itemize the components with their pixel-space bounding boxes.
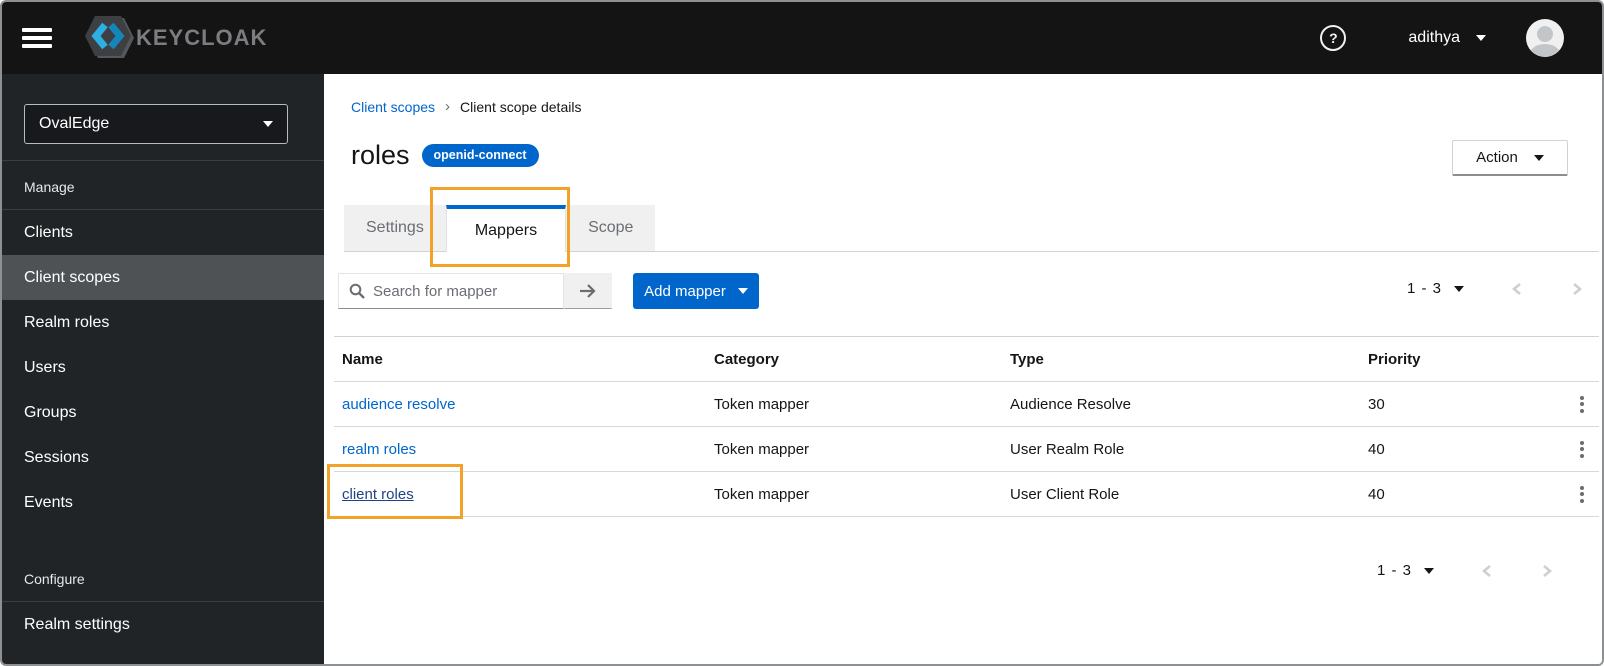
chevron-down-icon — [1533, 154, 1544, 161]
title-row: roles openid-connect — [351, 140, 539, 171]
search-submit-button[interactable] — [564, 273, 612, 309]
cell-type: Audience Resolve — [1010, 395, 1131, 413]
add-mapper-label: Add mapper — [644, 282, 726, 300]
chevron-left-icon — [1511, 282, 1521, 295]
realm-select[interactable]: OvalEdge — [24, 104, 288, 144]
masthead-right: ? adithya — [1320, 19, 1602, 57]
mapper-link-realm-roles[interactable]: realm roles — [342, 441, 416, 458]
search-box — [338, 273, 564, 309]
cell-type: User Client Role — [1010, 485, 1120, 503]
breadcrumb: Client scopes › Client scope details — [351, 98, 581, 115]
kebab-menu-icon[interactable] — [1576, 392, 1588, 417]
action-button[interactable]: Action — [1452, 140, 1568, 176]
arrow-right-icon — [580, 284, 596, 298]
kebab-menu-icon[interactable] — [1576, 482, 1588, 507]
search-icon — [349, 283, 365, 299]
add-mapper-button[interactable]: Add mapper — [633, 273, 759, 309]
sidebar-item-groups[interactable]: Groups — [2, 390, 324, 435]
chevron-right-icon — [1573, 282, 1583, 295]
chevron-down-icon — [737, 288, 748, 294]
cell-priority: 30 — [1368, 395, 1385, 413]
search-input[interactable] — [373, 282, 553, 300]
mappers-table: Name Category Type Priority audience res… — [334, 336, 1599, 517]
kebab-menu-icon[interactable] — [1576, 437, 1588, 462]
sidebar-group-configure: Configure — [24, 571, 85, 587]
per-page-menu-button[interactable] — [1424, 567, 1434, 574]
sidebar-item-clients[interactable]: Clients — [2, 210, 324, 255]
brand-text: KEYCLOAK — [136, 25, 268, 50]
cell-type: User Realm Role — [1010, 440, 1125, 458]
cell-priority: 40 — [1368, 485, 1385, 503]
table-header-row: Name Category Type Priority — [334, 336, 1599, 382]
sidebar-item-users[interactable]: Users — [2, 345, 324, 390]
avatar[interactable] — [1526, 19, 1564, 57]
sidebar-item-sessions[interactable]: Sessions — [2, 435, 324, 480]
user-menu-button[interactable]: adithya — [1408, 29, 1486, 47]
tabs: Settings Mappers Scope — [344, 205, 656, 252]
toolbar: Add mapper — [338, 273, 759, 309]
mapper-link-client-roles[interactable]: client roles — [342, 486, 414, 503]
pagination-range: 1 - 3 — [1406, 280, 1442, 297]
keycloak-hexagon-icon — [85, 16, 134, 58]
help-icon[interactable]: ? — [1320, 25, 1347, 51]
sidebar-group-manage: Manage — [24, 179, 75, 195]
main-content: Client scopes › Client scope details rol… — [324, 74, 1602, 664]
table-row: realm roles Token mapper User Realm Role… — [334, 427, 1599, 472]
pagination-top: 1 - 3 — [1407, 280, 1584, 297]
chevron-down-icon — [1424, 567, 1434, 574]
chevron-down-icon — [1476, 35, 1486, 41]
chevron-right-icon — [1543, 564, 1553, 577]
protocol-badge: openid-connect — [421, 144, 539, 167]
sidebar: OvalEdge Manage Clients Client scopes Re… — [2, 74, 324, 664]
cell-category: Token mapper — [714, 395, 810, 413]
sidebar-item-realm-roles[interactable]: Realm roles — [2, 300, 324, 345]
per-page-menu-button[interactable] — [1454, 285, 1464, 292]
table-row: client roles Token mapper User Client Ro… — [334, 472, 1599, 517]
app-window: KEYCLOAK ? adithya OvalEdge Manage Clien… — [0, 0, 1604, 666]
tab-settings[interactable]: Settings — [344, 205, 446, 251]
masthead: KEYCLOAK ? adithya — [2, 2, 1602, 74]
search-group — [338, 273, 612, 309]
column-header-name: Name — [342, 350, 383, 368]
sidebar-item-events[interactable]: Events — [2, 480, 324, 525]
action-button-label: Action — [1476, 149, 1518, 166]
column-header-category: Category — [714, 350, 780, 368]
chevron-left-icon — [1481, 564, 1491, 577]
cell-priority: 40 — [1368, 440, 1385, 458]
prev-page-button[interactable] — [1510, 281, 1524, 297]
username: adithya — [1408, 29, 1460, 46]
tab-scope[interactable]: Scope — [566, 205, 656, 251]
breadcrumb-separator: › — [445, 98, 451, 115]
realm-select-value: OvalEdge — [39, 115, 110, 132]
chevron-down-icon — [263, 121, 273, 127]
table-row: audience resolve Token mapper Audience R… — [334, 382, 1599, 427]
chevron-down-icon — [1454, 285, 1464, 292]
tab-mappers[interactable]: Mappers — [445, 205, 567, 252]
avatar-head-shape — [1537, 26, 1553, 42]
nav-toggle-icon[interactable] — [22, 26, 56, 50]
column-header-type: Type — [1010, 350, 1044, 368]
pagination-range: 1 - 3 — [1376, 562, 1412, 579]
cell-category: Token mapper — [714, 485, 810, 503]
breadcrumb-client-scopes-link[interactable]: Client scopes — [351, 99, 435, 115]
sidebar-item-realm-settings[interactable]: Realm settings — [2, 602, 324, 647]
next-page-button[interactable] — [1540, 563, 1554, 579]
next-page-button[interactable] — [1570, 281, 1584, 297]
avatar-torso-shape — [1530, 44, 1560, 57]
page-title: roles — [351, 140, 410, 170]
sidebar-item-client-scopes[interactable]: Client scopes — [2, 255, 324, 300]
column-header-priority: Priority — [1368, 350, 1421, 368]
keycloak-logo: KEYCLOAK — [82, 13, 267, 63]
pagination-bottom: 1 - 3 — [1377, 562, 1554, 579]
mapper-link-audience-resolve[interactable]: audience resolve — [342, 396, 455, 413]
prev-page-button[interactable] — [1480, 563, 1494, 579]
breadcrumb-current: Client scope details — [460, 98, 582, 115]
cell-category: Token mapper — [714, 440, 810, 458]
